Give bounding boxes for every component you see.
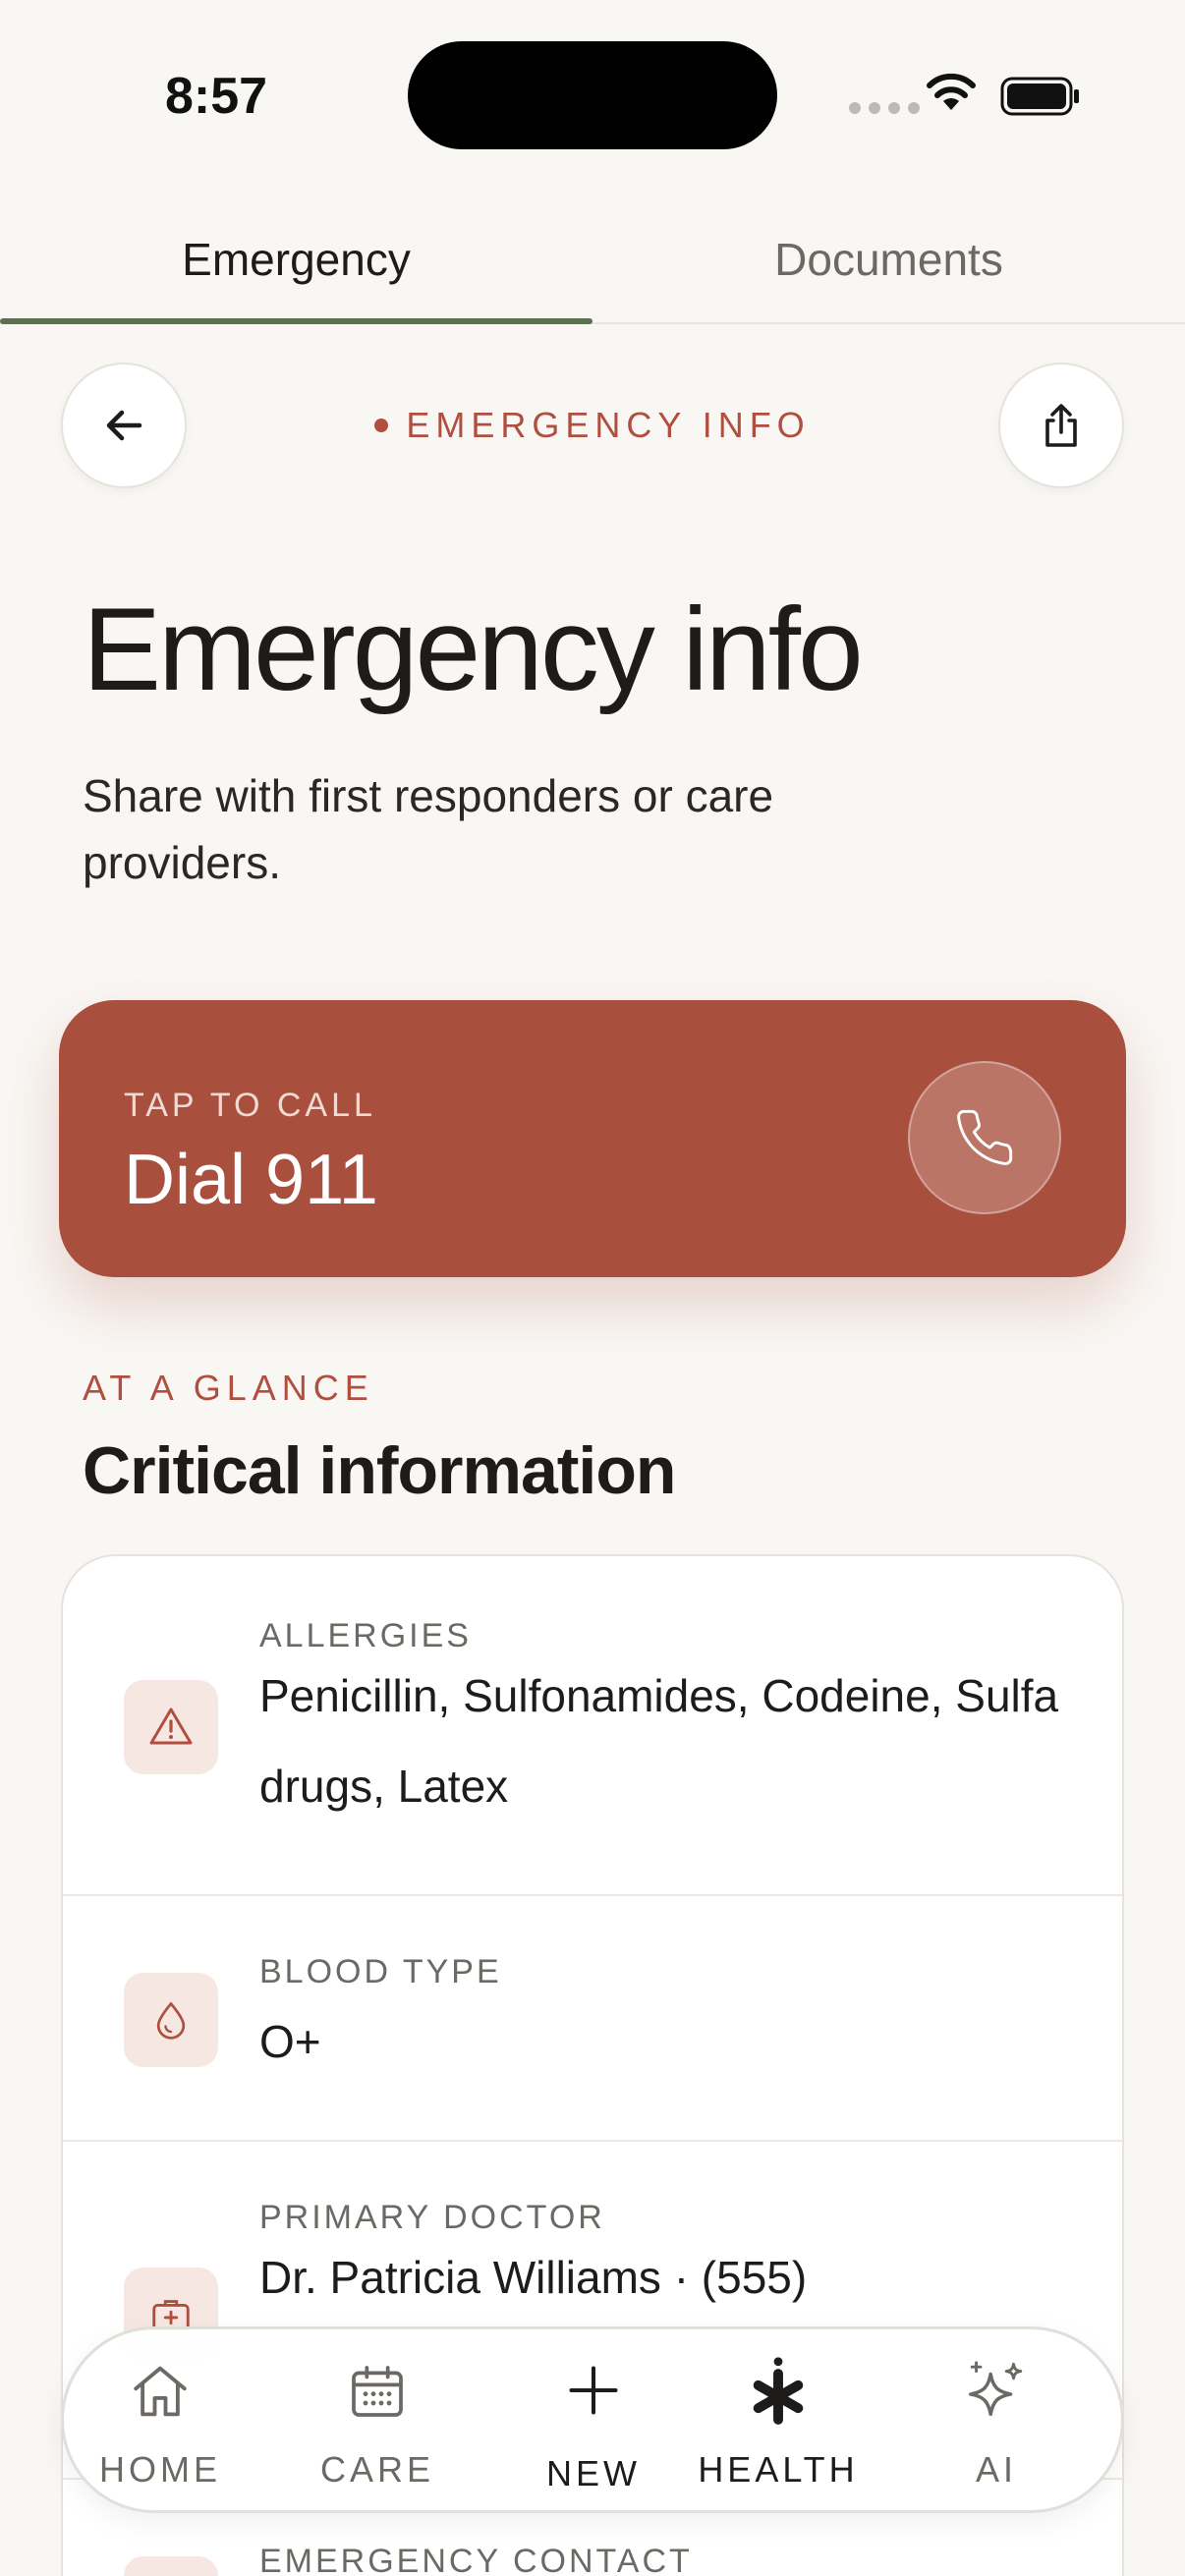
dynamic-island [408, 41, 777, 149]
plus-icon [564, 2347, 623, 2434]
phone-icon [957, 1109, 1013, 1165]
header-eyebrow: EMERGENCY INFO [373, 405, 812, 446]
back-button[interactable] [61, 363, 187, 488]
wifi-icon [927, 73, 976, 110]
nav-label-health: HEALTH [698, 2449, 859, 2490]
header-eyebrow-text: EMERGENCY INFO [406, 405, 811, 445]
call-card-title: Dial 911 [124, 1141, 378, 1219]
top-tab-bar: Emergency Documents [0, 196, 1185, 324]
nav-label-ai: AI [975, 2449, 1017, 2490]
warning-icon [124, 1680, 218, 1774]
nav-item-care[interactable]: CARE [284, 2347, 471, 2494]
nav-label-care: CARE [319, 2449, 435, 2490]
info-label: EMERGENCY CONTACT [259, 2543, 693, 2576]
bottom-nav-bar: HOME CARE NEW HEALTH AI [61, 2326, 1124, 2513]
nav-label-home: HOME [99, 2449, 221, 2490]
info-value: O+ [259, 2016, 321, 2067]
nav-item-new[interactable]: NEW [500, 2347, 687, 2494]
home-icon [128, 2347, 193, 2436]
cellular-signal-icon [849, 102, 920, 114]
tab-documents[interactable]: Documents [592, 196, 1185, 322]
share-button[interactable] [998, 363, 1124, 488]
calendar-icon [346, 2347, 409, 2436]
nav-item-ai[interactable]: AI [903, 2347, 1090, 2494]
info-value: Penicillin, Sulfonamides, Codeine, Sulfa… [259, 1670, 1059, 1812]
status-bar: 8:57 [0, 0, 1185, 187]
page-subtitle: Share with first responders or care prov… [83, 770, 774, 888]
nav-label-new: NEW [546, 2453, 641, 2493]
info-row-allergies[interactable]: ALLERGIES Penicillin, Sulfonamides, Code… [63, 1556, 1122, 1896]
info-label: BLOOD TYPE [259, 1953, 502, 1990]
info-row-blood-type[interactable]: BLOOD TYPE O+ [63, 1896, 1122, 2142]
info-value: Dr. Patricia Williams · (555) [259, 2252, 808, 2303]
nav-item-home[interactable]: HOME [67, 2347, 254, 2494]
asterisk-icon [746, 2347, 811, 2436]
dial-911-card[interactable]: TAP TO CALL Dial 911 [59, 1000, 1126, 1277]
page-title: Emergency info [83, 584, 864, 715]
nav-item-health[interactable]: HEALTH [685, 2347, 872, 2494]
contact-icon [124, 2556, 218, 2576]
sparkle-icon [962, 2347, 1031, 2436]
call-button[interactable] [908, 1061, 1061, 1214]
tab-emergency[interactable]: Emergency [0, 196, 592, 324]
arrow-left-icon [106, 410, 142, 441]
status-dot [374, 419, 389, 432]
section-eyebrow: AT A GLANCE [83, 1368, 374, 1408]
status-time: 8:57 [165, 68, 268, 125]
battery-icon [1000, 77, 1079, 116]
share-icon [1045, 404, 1077, 447]
call-card-eyebrow: TAP TO CALL [124, 1087, 376, 1124]
blood-drop-icon [124, 1973, 218, 2067]
section-title: Critical information [83, 1433, 676, 1508]
